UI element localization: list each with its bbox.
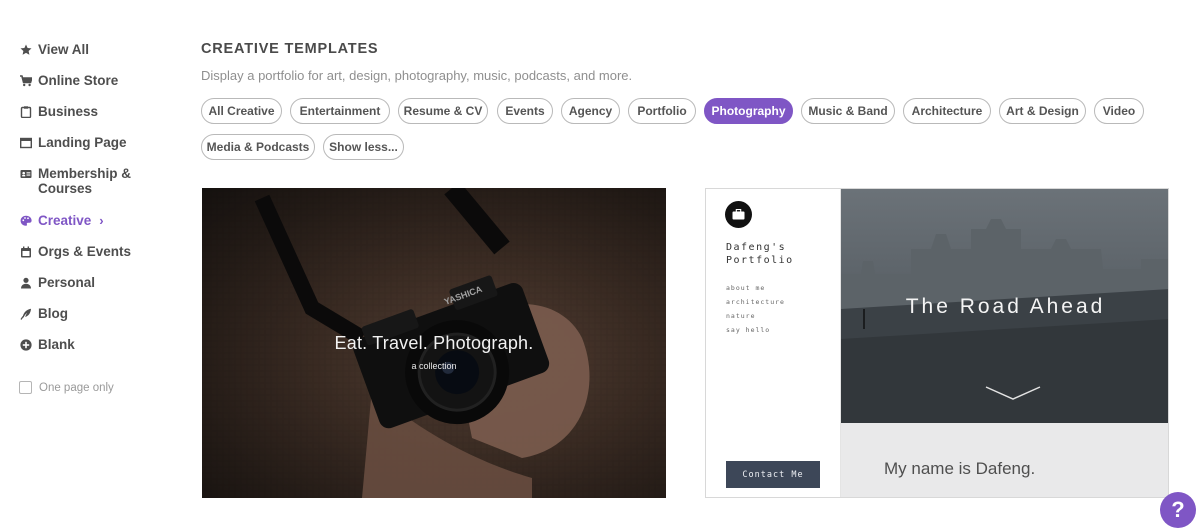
sidebar-item-label: Creative (38, 213, 92, 228)
template-intro-section: My name is Dafeng. (841, 423, 1168, 497)
sidebar-item-blank[interactable]: Blank (19, 337, 75, 352)
sidebar-item-label: Landing Page (38, 135, 127, 150)
sidebar-item-landing-page[interactable]: Landing Page (19, 135, 127, 150)
chip-photography[interactable]: Photography (704, 98, 793, 124)
sidebar-item-orgs-events[interactable]: Orgs & Events (19, 244, 131, 259)
template-intro-text: My name is Dafeng. (884, 459, 1036, 478)
chip-music-band[interactable]: Music & Band (801, 98, 895, 124)
template-gallery-page: View All Online Store Business Landing P… (0, 0, 1200, 532)
chip-entertainment[interactable]: Entertainment (290, 98, 390, 124)
template-hero-title: The Road Ahead (905, 295, 1106, 318)
chip-show-less[interactable]: Show less... (323, 134, 404, 160)
sidebar-item-label: Membership & Courses (38, 166, 132, 196)
template-site-name: Dafeng's Portfolio (726, 242, 794, 266)
chevron-right-icon: › (99, 213, 104, 228)
sidebar-item-label: Blog (38, 306, 68, 321)
template-menu-about: about me (726, 284, 766, 292)
one-page-only-label: One page only (39, 381, 114, 394)
template-hero-image: The Road Ahead (841, 189, 1168, 423)
id-card-icon (19, 166, 33, 181)
briefcase-icon (725, 201, 752, 228)
quill-icon (19, 306, 33, 321)
template-card-dafeng-portfolio[interactable]: Dafeng's Portfolio about me architecture… (705, 188, 1169, 498)
clipboard-icon (19, 104, 33, 119)
chip-media-podcasts[interactable]: Media & Podcasts (201, 134, 315, 160)
cart-icon (19, 73, 33, 88)
browser-window-icon (19, 135, 33, 150)
palette-icon (19, 213, 33, 228)
template-card-photography-collection[interactable]: YASHICA Eat. Travel. Photograph. a colle… (202, 188, 666, 498)
chip-architecture[interactable]: Architecture (903, 98, 991, 124)
page-title: CREATIVE TEMPLATES (201, 41, 379, 57)
sidebar-item-view-all[interactable]: View All (19, 42, 89, 57)
template-menu-nature: nature (726, 312, 756, 320)
sidebar-item-membership-courses[interactable]: Membership & Courses (19, 166, 131, 196)
sidebar-item-label: Personal (38, 275, 96, 290)
sidebar-item-online-store[interactable]: Online Store (19, 73, 118, 88)
sidebar-item-label: Business (38, 104, 99, 119)
sidebar-item-label: Orgs & Events (38, 244, 132, 259)
template-menu-architecture: architecture (726, 298, 785, 306)
page-subtitle: Display a portfolio for art, design, pho… (201, 68, 633, 83)
template-tagline: Eat. Travel. Photograph. (334, 333, 534, 353)
plus-circle-icon (19, 337, 33, 352)
help-button[interactable]: ? (1160, 492, 1196, 528)
sidebar-item-creative[interactable]: Creative › (19, 213, 104, 228)
chip-events[interactable]: Events (497, 98, 553, 124)
category-sidebar: View All Online Store Business Landing P… (0, 0, 190, 532)
template-menu-say-hello: say hello (726, 326, 771, 334)
sidebar-item-label: Online Store (38, 73, 119, 88)
calendar-icon (19, 244, 33, 259)
chip-portfolio[interactable]: Portfolio (628, 98, 696, 124)
chip-all-creative[interactable]: All Creative (201, 98, 282, 124)
template-side-menu: Dafeng's Portfolio about me architecture… (706, 189, 841, 497)
one-page-only-filter[interactable]: One page only (19, 381, 114, 394)
star-icon (19, 42, 33, 57)
chip-video[interactable]: Video (1094, 98, 1144, 124)
sidebar-item-label: View All (38, 42, 90, 57)
template-subtag: a collection (411, 361, 457, 371)
sidebar-item-label: Blank (38, 337, 75, 352)
chip-agency[interactable]: Agency (561, 98, 620, 124)
sidebar-item-personal[interactable]: Personal (19, 275, 95, 290)
template-contact-button: Contact Me (726, 461, 820, 488)
one-page-only-checkbox[interactable] (19, 381, 32, 394)
chevron-down-icon (985, 386, 1041, 400)
sidebar-item-blog[interactable]: Blog (19, 306, 68, 321)
person-icon (19, 275, 33, 290)
chip-resume-cv[interactable]: Resume & CV (398, 98, 488, 124)
sidebar-item-business[interactable]: Business (19, 104, 98, 119)
chip-art-design[interactable]: Art & Design (999, 98, 1086, 124)
